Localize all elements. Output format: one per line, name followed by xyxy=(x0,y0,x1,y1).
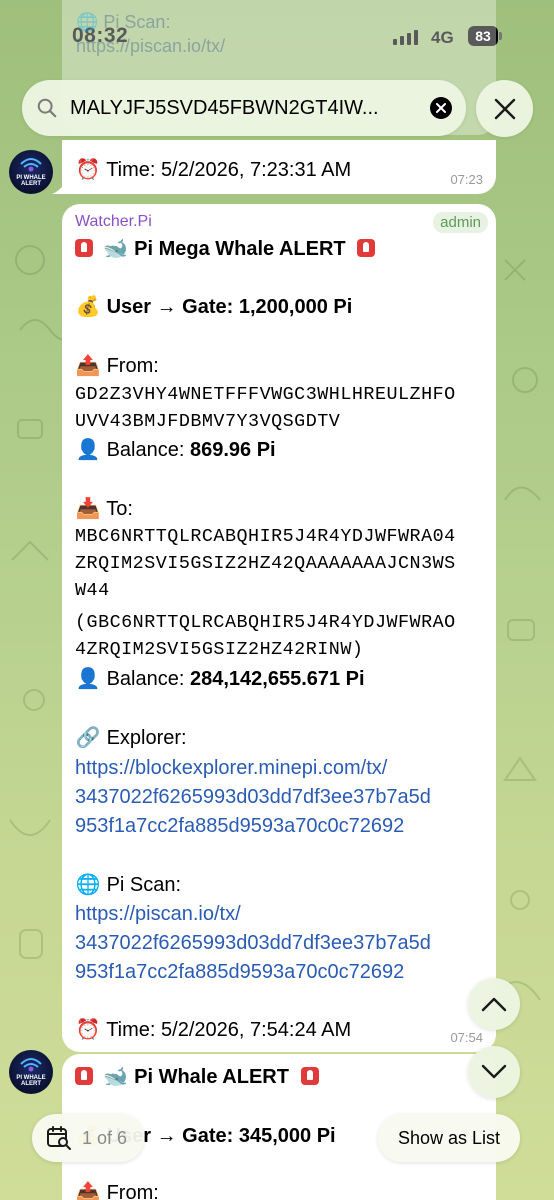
explorer-line: 🔗 Explorer: xyxy=(75,725,187,751)
piscan-link[interactable]: 953f1a7cc2fa885d9593a70c0c72692 xyxy=(75,959,404,985)
from-address: GD2Z3VHY4WNETFFFVWGC3WHLHREULZHFO xyxy=(75,384,456,405)
explorer-label: Explorer: xyxy=(106,727,187,749)
time-line: ⏰ Time: 5/2/2026, 7:23:31 AM xyxy=(75,157,352,183)
alarm-clock-icon: ⏰ xyxy=(75,159,101,181)
globe-icon: 🌐 xyxy=(75,874,101,896)
clear-search-button[interactable] xyxy=(430,97,452,119)
time-text: Time: 5/2/2026, 7:23:31 AM xyxy=(106,159,352,181)
link-icon: 🔗 xyxy=(75,727,101,749)
explorer-link[interactable]: 3437022f6265993d03dd7df3ee37b7a5d xyxy=(75,784,431,810)
from-label: From: xyxy=(106,1182,159,1200)
battery-tip xyxy=(499,32,502,40)
user-gate-value: 345,000 Pi xyxy=(238,1125,336,1147)
inbox-icon: 📥 xyxy=(75,498,101,520)
alert-title: 🐋 Pi Mega Whale ALERT xyxy=(75,236,379,262)
ghost-line: https://piscan.io/tx/ xyxy=(76,36,226,56)
alert-title-text: Pi Whale ALERT xyxy=(134,1066,289,1088)
to-address: (GBC6NRTTQLRCABQHIR5J4R4YDJWFWRAO xyxy=(75,612,456,633)
to-label: To: xyxy=(106,498,133,520)
from-label: From: xyxy=(106,355,159,377)
piscan-link[interactable]: 3437022f6265993d03dd7df3ee37b7a5d xyxy=(75,930,431,956)
avatar-label: PI WHALE ALERT xyxy=(9,1075,53,1087)
search-input[interactable] xyxy=(70,96,420,120)
alert-title: 🐋 Pi Whale ALERT xyxy=(75,1064,323,1090)
piscan-label: Pi Scan: xyxy=(106,874,182,896)
balance-label: Balance: xyxy=(106,439,185,461)
from-balance-line: 👤 Balance: 869.96 Pi xyxy=(75,437,276,463)
result-counter: 1 of 6 xyxy=(82,1127,128,1148)
ghost-line: 🌐 Pi Scan: xyxy=(76,12,171,32)
to-line: 📥 To: xyxy=(75,496,133,522)
whale-logo-icon xyxy=(20,1058,42,1072)
from-line: 📤 From: xyxy=(75,1180,159,1200)
money-bag-icon: 💰 xyxy=(75,296,101,318)
whale-icon: 🐋 xyxy=(103,238,129,260)
outbox-icon: 📤 xyxy=(75,1182,101,1200)
avatar-label-line: ALERT xyxy=(21,1081,41,1087)
close-search-button[interactable] xyxy=(476,80,533,137)
avatar-label-line: ALERT xyxy=(21,181,41,187)
from-line: 📤 From: xyxy=(75,353,159,379)
to-address: 4ZRQIM2SVI5GSIZ2HZ42RINW) xyxy=(75,639,364,660)
user-gate-label: User → Gate: xyxy=(106,296,234,318)
avatar[interactable]: PI WHALE ALERT xyxy=(9,150,53,194)
time-text: Time: 5/2/2026, 7:54:24 AM xyxy=(106,1019,352,1041)
next-result-button[interactable] xyxy=(468,1046,520,1098)
to-balance-line: 👤 Balance: 284,142,655.671 Pi xyxy=(75,666,365,692)
search-bar[interactable] xyxy=(22,80,466,136)
alarm-clock-icon: ⏰ xyxy=(75,1019,101,1041)
from-address: UVV43BMJFDBMV7Y3VQSGDTV xyxy=(75,411,341,432)
piscan-line: 🌐 Pi Scan: xyxy=(75,872,182,898)
outbox-icon: 📤 xyxy=(75,355,101,377)
whale-logo-icon xyxy=(20,158,42,172)
person-icon: 👤 xyxy=(75,439,101,461)
user-gate-line: 💰 User → Gate: 1,200,000 Pi xyxy=(75,294,353,320)
search-icon xyxy=(37,98,57,118)
alert-title-text: Pi Mega Whale ALERT xyxy=(134,238,346,260)
piscan-link[interactable]: https://piscan.io/tx/ xyxy=(75,901,241,927)
to-address: W44 xyxy=(75,580,110,601)
siren-icon xyxy=(75,239,93,257)
avatar-label: PI WHALE ALERT xyxy=(9,175,53,187)
show-as-list-button[interactable]: Show as List xyxy=(378,1114,520,1162)
time-line: ⏰ Time: 5/2/2026, 7:54:24 AM xyxy=(75,1017,352,1043)
calendar-search-icon xyxy=(47,1126,71,1150)
close-icon xyxy=(494,98,515,119)
bubble-tail xyxy=(52,178,68,194)
balance-label: Balance: xyxy=(106,668,185,690)
explorer-link[interactable]: 953f1a7cc2fa885d9593a70c0c72692 xyxy=(75,813,404,839)
siren-icon xyxy=(75,1067,93,1085)
chevron-up-icon xyxy=(481,997,507,1012)
message-bubble-main[interactable]: Watcher.Pi admin 🐋 Pi Mega Whale ALERT 💰… xyxy=(62,204,496,1052)
person-icon: 👤 xyxy=(75,668,101,690)
search-results-pager[interactable]: 1 of 6 xyxy=(32,1114,144,1162)
previous-result-button[interactable] xyxy=(468,978,520,1030)
to-balance-value: 284,142,655.671 Pi xyxy=(189,668,365,690)
to-address: ZRQIM2SVI5GSIZ2HZ42QAAAAAAAJCN3WS xyxy=(75,553,456,574)
whale-icon: 🐋 xyxy=(103,1066,129,1088)
sender-name[interactable]: Watcher.Pi xyxy=(75,213,152,231)
from-balance-value: 869.96 Pi xyxy=(189,439,276,461)
avatar[interactable]: PI WHALE ALERT xyxy=(9,1050,53,1094)
chevron-down-icon xyxy=(481,1064,507,1079)
admin-badge: admin xyxy=(433,212,488,233)
close-icon xyxy=(436,103,446,113)
message-timestamp: 07:54 xyxy=(450,1030,483,1045)
to-address: MBC6NRTTQLRCABQHIR5J4R4YDJWFWRA04 xyxy=(75,526,456,547)
siren-icon xyxy=(357,239,376,257)
user-gate-value: 1,200,000 Pi xyxy=(238,296,353,318)
message-timestamp: 07:23 xyxy=(450,172,483,187)
message-bubble-previous[interactable]: ⏰ Time: 5/2/2026, 7:23:31 AM 07:23 xyxy=(52,140,496,194)
siren-icon xyxy=(300,1067,319,1085)
explorer-link[interactable]: https://blockexplorer.minepi.com/tx/ xyxy=(75,755,387,781)
